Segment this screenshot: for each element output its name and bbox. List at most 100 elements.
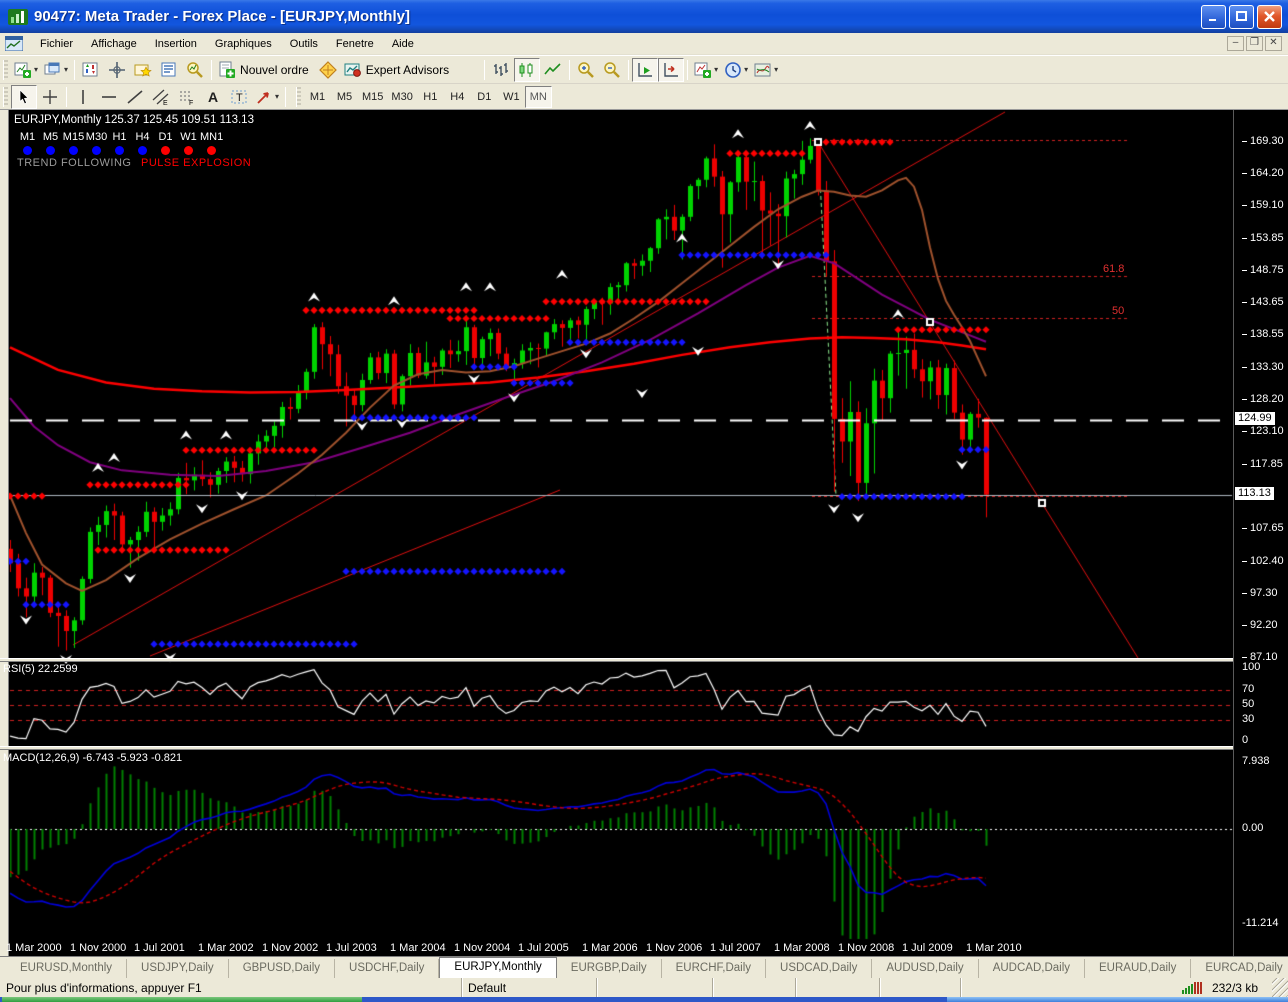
rsi-splitter[interactable] [0,658,1288,662]
templates-button[interactable]: ▾ [751,58,781,82]
market-watch-button[interactable] [78,58,104,82]
new-chart-button[interactable]: ▾ [11,58,41,82]
chart-region: EURJPY,Monthly 125.37 125.45 109.51 113.… [0,110,1288,956]
line-chart-button[interactable] [540,58,566,82]
macd-splitter[interactable] [0,746,1288,750]
trendline-button[interactable] [122,85,148,109]
signal-dot-m1 [23,146,32,155]
chart-tab-audusd[interactable]: AUDUSD,Daily [872,959,978,978]
mdi-restore-button[interactable]: ❐ [1246,36,1263,51]
chevron-down-icon[interactable]: ▾ [64,65,68,74]
timeframe-h4-button[interactable]: H4 [444,86,471,108]
title-bar[interactable]: 90477: Meta Trader - Forex Place - [EURJ… [0,0,1288,33]
terminal-button[interactable] [156,58,182,82]
bar-chart-button[interactable] [488,58,514,82]
new-order-icon [218,61,236,79]
overlay-tf-m5: M5 [39,131,62,143]
metaeditor-button[interactable] [315,58,341,82]
chart-tab-usdcad[interactable]: USDCAD,Daily [766,959,872,978]
price-tick-143.65: 143.65 [1242,296,1284,308]
cursor-button[interactable] [11,85,37,109]
timeframe-m1-button[interactable]: M1 [304,86,331,108]
resize-grip[interactable] [1272,978,1288,997]
chart-tab-eurusd[interactable]: EURUSD,Monthly [6,959,127,978]
mdi-close-button[interactable]: ✕ [1265,36,1282,51]
profiles-button[interactable]: ▾ [41,58,71,82]
data-window-button[interactable] [104,58,130,82]
chart-shift-button[interactable] [658,58,684,82]
periods-button[interactable]: ▾ [721,58,751,82]
menu-insertion[interactable]: Insertion [146,35,206,53]
indicators-button[interactable]: ▾ [691,58,721,82]
auto-scroll-button[interactable] [632,58,658,82]
menu-graphiques[interactable]: Graphiques [206,35,281,53]
timeframe-d1-button[interactable]: D1 [471,86,498,108]
zoom-in-button[interactable] [573,58,599,82]
fibonacci-button[interactable]: F [174,85,200,109]
line-chart-icon [544,61,562,79]
chart-tab-gbpusd[interactable]: GBPUSD,Daily [229,959,335,978]
price-tick-133.30: 133.30 [1242,361,1284,373]
chart-canvas[interactable] [0,110,1233,956]
price-scale[interactable]: 169.30164.20159.10153.85148.75143.65138.… [1233,110,1288,956]
toolbar-grip[interactable] [3,60,8,80]
text-button[interactable]: A [200,85,226,109]
menu-fichier[interactable]: Fichier [31,35,82,53]
time-tick: 1 Mar 2004 [390,942,446,954]
zoom-out-button[interactable] [599,58,625,82]
timeframe-m15-button[interactable]: M15 [358,86,387,108]
equidistant-channel-button[interactable]: E [148,85,174,109]
arrows-button[interactable]: ▾ [252,85,282,109]
menu-affichage[interactable]: Affichage [82,35,146,53]
chevron-down-icon[interactable]: ▾ [774,65,778,74]
toolbar-grip[interactable] [3,87,8,107]
chevron-down-icon[interactable]: ▾ [714,65,718,74]
rsi-scale-100: 100 [1242,661,1260,673]
timeframe-h1-button[interactable]: H1 [417,86,444,108]
navigator-button[interactable] [130,58,156,82]
chart-tab-eurcad[interactable]: EURCAD,Daily [1191,959,1288,978]
arrows-icon [255,88,273,106]
price-badge-124.99: 124.99 [1235,412,1275,425]
svg-text:T: T [236,92,243,104]
chart-tab-euraud[interactable]: EURAUD,Daily [1085,959,1191,978]
horizontal-line-button[interactable] [96,85,122,109]
chart-tab-eurchf[interactable]: EURCHF,Daily [662,959,766,978]
standard-toolbar: ▾ ▾ Nouvel ordre Expert Advisors ▾ ▾ ▾ [0,55,1288,83]
price-tick-148.75: 148.75 [1242,264,1284,276]
timeframe-m30-button[interactable]: M30 [387,86,416,108]
strategy-tester-button[interactable] [182,58,208,82]
mdi-minimize-button[interactable]: – [1227,36,1244,51]
signal-dot-h4 [138,146,147,155]
vertical-line-button[interactable] [70,85,96,109]
candlestick-chart-button[interactable] [514,58,540,82]
timeframe-w1-button[interactable]: W1 [498,86,525,108]
expert-advisors-button[interactable]: Expert Advisors [341,58,455,82]
menu-fenetre[interactable]: Fenetre [327,35,383,53]
chart-tab-eurgbp[interactable]: EURGBP,Daily [557,959,662,978]
maximize-button[interactable] [1229,5,1254,29]
menu-aide[interactable]: Aide [383,35,423,53]
new-chart-icon [14,61,32,79]
chart-tab-audcad[interactable]: AUDCAD,Daily [979,959,1085,978]
crosshair-button[interactable] [37,85,63,109]
status-profile[interactable]: Default [461,978,596,997]
timeframe-mn-button[interactable]: MN [525,86,552,108]
menu-outils[interactable]: Outils [281,35,327,53]
close-button[interactable] [1257,5,1282,29]
chevron-down-icon[interactable]: ▾ [275,92,279,101]
macd-scale--11.214: -11.214 [1242,917,1279,929]
app-icon [8,7,28,27]
chevron-down-icon[interactable]: ▾ [744,65,748,74]
timeframe-m5-button[interactable]: M5 [331,86,358,108]
status-cell-empty [960,978,1044,997]
chevron-down-icon[interactable]: ▾ [34,65,38,74]
rsi-scale-50: 50 [1242,698,1254,710]
chart-tab-usdchf[interactable]: USDCHF,Daily [335,959,439,978]
minimize-button[interactable] [1201,5,1226,29]
text-label-button[interactable]: T [226,85,252,109]
toolbar-grip[interactable] [296,87,301,107]
chart-tab-usdjpy[interactable]: USDJPY,Daily [127,959,229,978]
chart-tab-eurjpy[interactable]: EURJPY,Monthly [439,957,556,978]
new-order-button[interactable]: Nouvel ordre [215,58,315,82]
